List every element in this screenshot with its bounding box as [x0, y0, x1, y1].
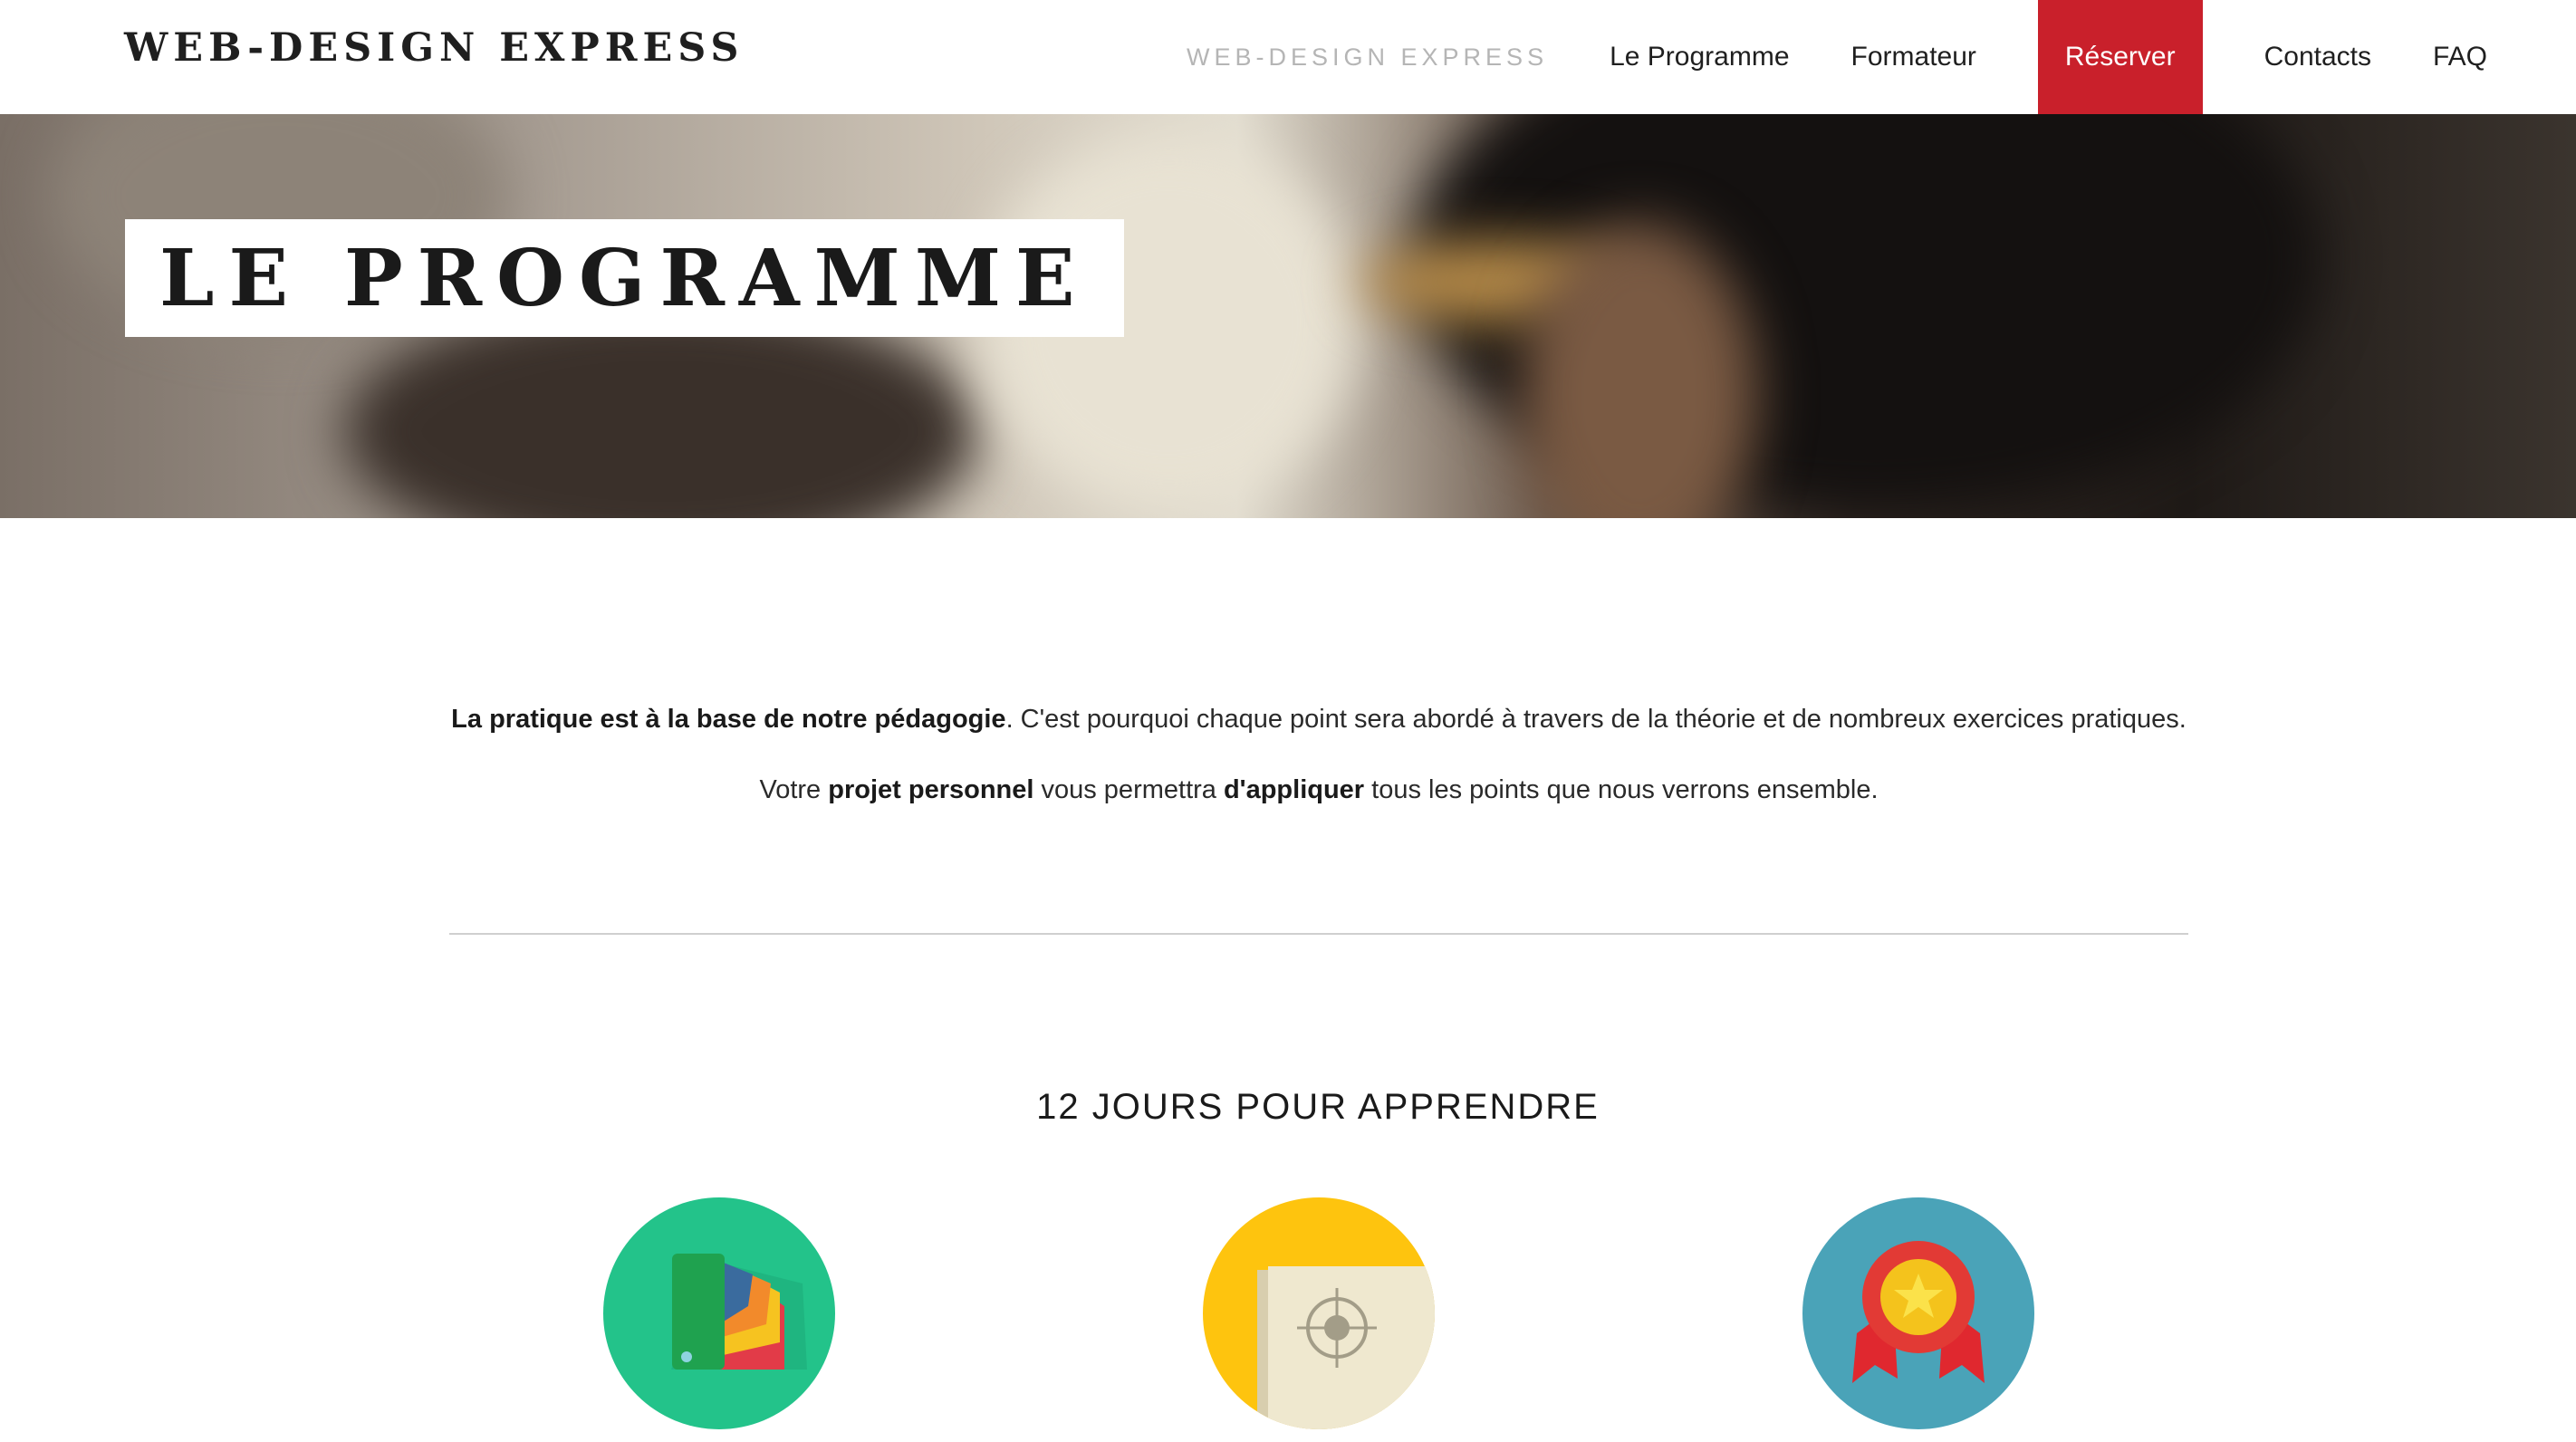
intro-text-segment: tous les points que nous verrons ensembl… [1364, 775, 1879, 804]
page-title: LE PROGRAMME [159, 232, 1090, 324]
intro-emphasis: projet personnel [828, 775, 1034, 804]
intro-text-segment: vous permettra [1033, 775, 1224, 804]
award-medal-icon [1802, 1197, 2034, 1429]
intro-emphasis: d'appliquer [1223, 775, 1365, 804]
nav-item-reserver[interactable]: Réserver [2037, 0, 2203, 114]
intro-text: La pratique est à la base de notre pédag… [449, 697, 2188, 839]
color-swatch-icon [603, 1197, 835, 1429]
intro-paragraph: La pratique est à la base de notre pédag… [449, 697, 2188, 741]
nav-item-faq[interactable]: FAQ [2402, 0, 2518, 114]
hero-title-box: LE PROGRAMME [125, 219, 1124, 337]
nav-item-home[interactable]: WEB-DESIGN EXPRESS [1156, 0, 1579, 114]
hero-banner: LE PROGRAMME [0, 114, 2576, 518]
site-logo[interactable]: WEB-DESIGN EXPRESS [124, 25, 744, 71]
award-medal-icon-graphic [1852, 1241, 1985, 1383]
color-swatch-icon-graphic [671, 1254, 807, 1370]
main-nav: WEB-DESIGN EXPRESS Le Programme Formateu… [1156, 0, 2518, 114]
nav-item-formateur[interactable]: Formateur [1821, 0, 2007, 114]
intro-text-segment: Votre [759, 775, 829, 804]
target-document-icon-graphic [1257, 1266, 1435, 1429]
nav-item-programme[interactable]: Le Programme [1579, 0, 1820, 114]
nav-item-contacts[interactable]: Contacts [2234, 0, 2402, 114]
target-document-icon [1203, 1197, 1435, 1429]
intro-text-segment: . C'est pourquoi chaque point sera abord… [1005, 705, 2187, 734]
site-header: WEB-DESIGN EXPRESS WEB-DESIGN EXPRESS Le… [0, 0, 2576, 114]
intro-emphasis: La pratique est à la base de notre pédag… [451, 705, 1006, 734]
section-title: 12 JOURS POUR APPRENDRE [1036, 1087, 1600, 1127]
intro-paragraph: Votre projet personnel vous permettra d'… [449, 768, 2188, 812]
section-divider [449, 933, 2188, 935]
